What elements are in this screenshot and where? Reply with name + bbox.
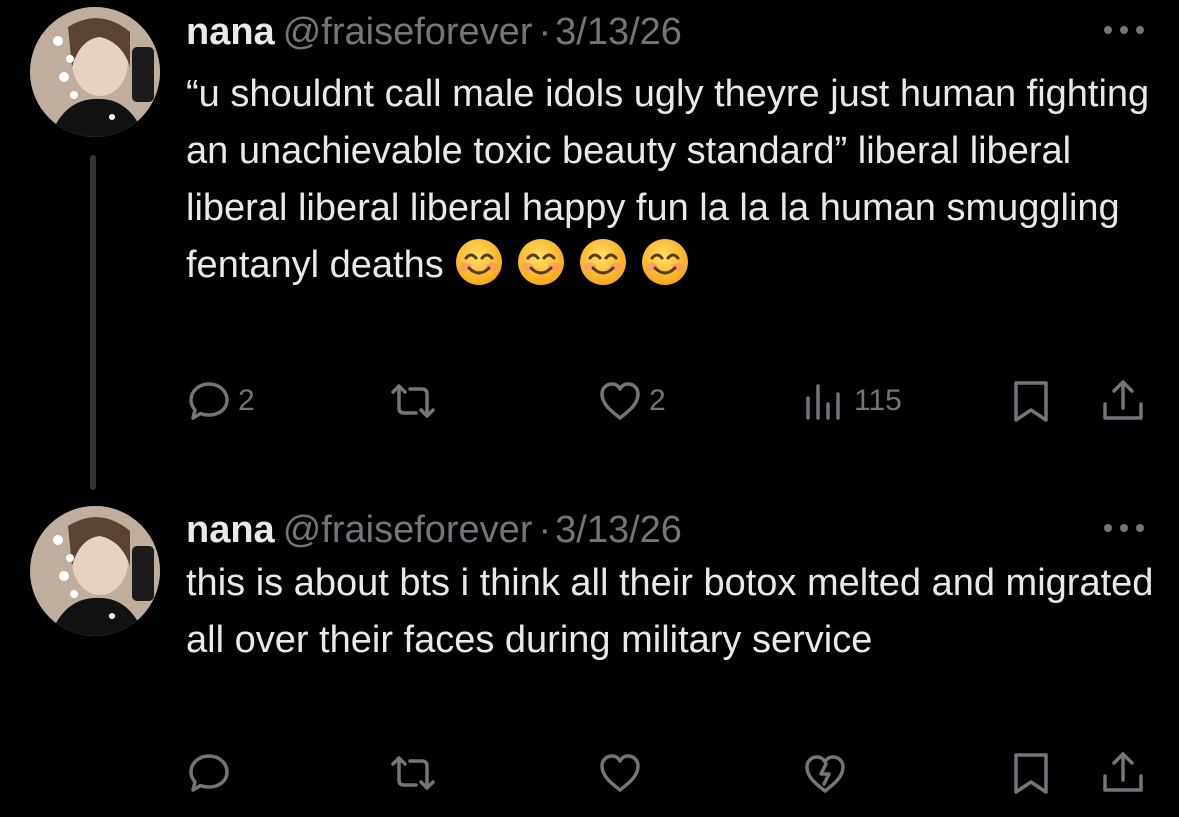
reply-button[interactable]: 2 [186,373,255,429]
share-icon [1103,380,1143,420]
like-button[interactable]: 2 [597,373,666,429]
reply-icon [189,382,229,420]
like-button[interactable] [597,745,643,801]
tweet-header: nana @fraiseforever · 3/13/26 [186,506,682,554]
share-icon [1103,752,1143,792]
action-bar: 2 2 115 [0,373,1179,429]
tweet[interactable]: nana @fraiseforever · 3/13/26 this is about… [0,498,1179,817]
bookmark-button[interactable] [1008,745,1054,801]
separator-dot: · [538,11,552,53]
thread-line [90,155,96,490]
separator-dot: · [538,509,552,551]
tweet-text: “u shouldnt call male idols ugly theyre … [186,66,1156,296]
retweet-button[interactable] [390,373,436,429]
like-count: 2 [649,384,666,417]
tweet-date[interactable]: 3/13/26 [555,11,682,53]
retweet-icon [391,756,435,790]
author-handle[interactable]: @fraiseforever [283,11,533,53]
tweet-header: nana @fraiseforever · 3/13/26 [186,8,682,56]
views-count: 115 [854,384,902,417]
avatar[interactable] [30,7,160,137]
smiling-face-emoji-icon [455,239,502,286]
bookmark-icon [1014,381,1048,422]
avatar-photo [30,506,160,636]
smiling-face-emoji-icon [579,239,626,286]
more-icon[interactable] [1100,516,1148,540]
views-icon [806,384,840,420]
smiling-face-emoji-icon [517,239,564,286]
tweet-text: this is about bts i think all their boto… [186,555,1156,669]
share-button[interactable] [1100,373,1146,429]
reply-button[interactable] [186,745,232,801]
grok-button[interactable] [802,745,848,801]
author-handle[interactable]: @fraiseforever [283,509,533,551]
author-name[interactable]: nana [186,509,275,551]
retweet-icon [391,384,435,418]
emoji-group [454,237,702,296]
tweet-date[interactable]: 3/13/26 [555,509,682,551]
share-button[interactable] [1100,745,1146,801]
bookmark-icon [1014,753,1048,794]
views-button[interactable]: 115 [802,373,902,429]
action-bar [0,745,1179,801]
reply-count: 2 [238,384,255,417]
avatar-photo [30,7,160,137]
reply-icon [189,754,229,792]
author-name[interactable]: nana [186,11,275,53]
bookmark-button[interactable] [1008,373,1054,429]
retweet-button[interactable] [390,745,436,801]
tweet-body: this is about bts i think all their boto… [186,562,1154,661]
avatar[interactable] [30,506,160,636]
smiling-face-emoji-icon [641,239,688,286]
tweet[interactable]: nana @fraiseforever · 3/13/26 “u shouldnt c… [0,0,1179,490]
more-icon[interactable] [1100,18,1148,42]
grok-icon [805,755,845,793]
like-icon [600,382,640,420]
like-icon [600,754,640,792]
